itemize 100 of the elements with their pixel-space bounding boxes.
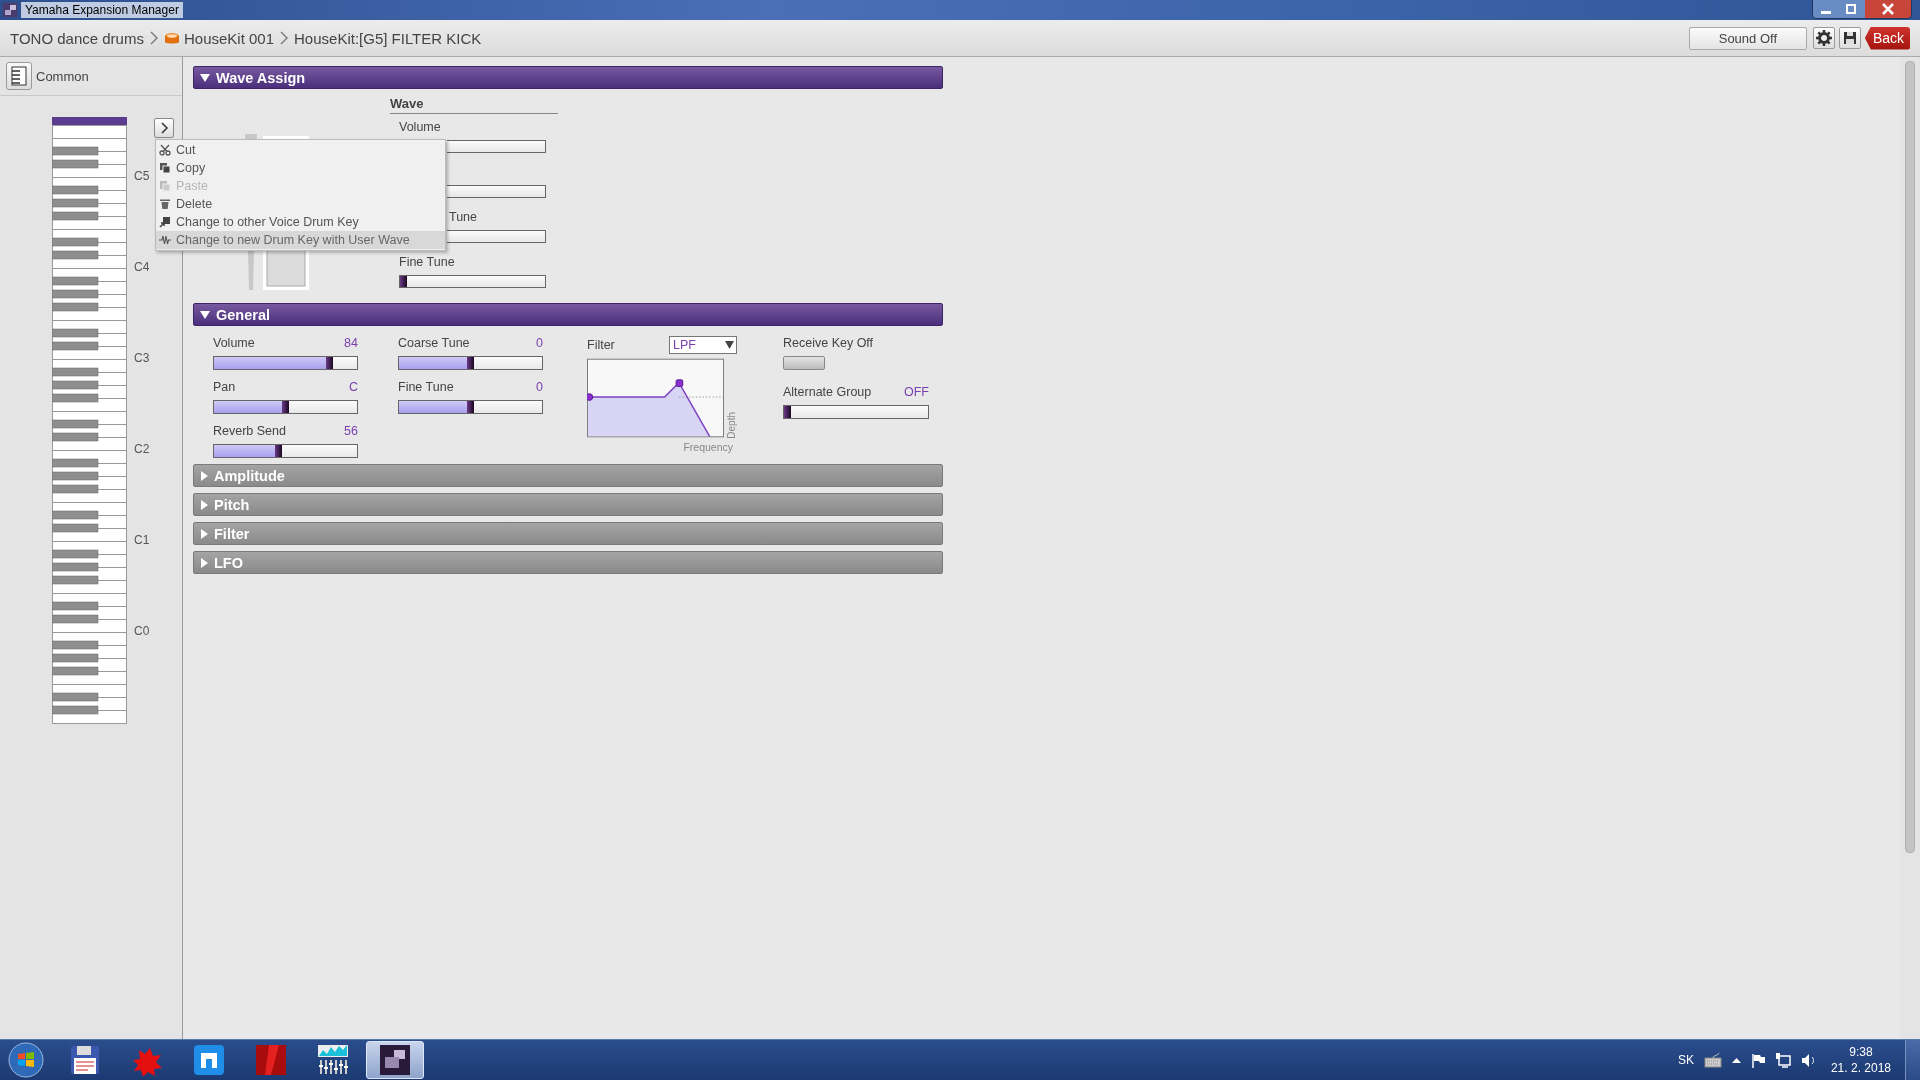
slider[interactable] — [213, 400, 358, 414]
common-label: Common — [36, 68, 89, 84]
slider[interactable] — [398, 356, 543, 370]
slider-label: Tune — [449, 210, 478, 226]
piano-icon — [11, 66, 27, 86]
expand-triangle-icon — [200, 528, 208, 539]
slider-track[interactable] — [447, 140, 546, 153]
slider[interactable] — [783, 405, 929, 419]
expand-triangle-icon — [200, 470, 208, 481]
slider-label: Coarse Tune — [398, 336, 470, 352]
start-button[interactable] — [8, 1042, 44, 1078]
slider-track[interactable] — [447, 185, 546, 198]
section-header[interactable]: General — [193, 303, 943, 326]
breadcrumb-item[interactable]: HouseKit 001 — [183, 29, 274, 47]
slider-value: 84 — [344, 336, 358, 352]
breadcrumb-item[interactable]: HouseKit:[G5] FILTER KICK — [294, 29, 482, 47]
m-tile-icon — [193, 1044, 225, 1076]
menu-item[interactable]: Copy — [156, 159, 445, 177]
receive-key-off-label: Receive Key Off — [783, 336, 875, 352]
menu-item[interactable]: Change to other Voice Drum Key — [156, 213, 445, 231]
sound-off-button[interactable]: Sound Off — [1688, 26, 1807, 50]
octave-label: C4 — [134, 259, 150, 276]
slider-fill — [399, 357, 467, 369]
slider[interactable] — [213, 444, 358, 458]
waveform-icon — [159, 234, 171, 246]
slider[interactable] — [398, 400, 543, 414]
keyboard-icon[interactable] — [1703, 1052, 1722, 1068]
collapse-triangle-icon — [200, 72, 210, 83]
slider-thumb[interactable] — [400, 276, 407, 287]
copy-icon — [159, 162, 171, 174]
network-icon[interactable] — [1774, 1052, 1791, 1068]
slider[interactable] — [213, 356, 358, 370]
back-button[interactable]: Back — [1864, 26, 1910, 50]
expand-triangle-icon — [200, 557, 208, 568]
chevron-right-icon — [280, 31, 288, 45]
toggle-switch[interactable] — [783, 356, 825, 370]
app-logo-icon — [3, 3, 17, 17]
gear-icon — [1815, 30, 1832, 46]
drum-icon — [163, 31, 180, 45]
piano-keyboard-drawing[interactable] — [52, 117, 127, 724]
slider-value: 56 — [344, 424, 358, 440]
octave-label: C5 — [134, 168, 150, 185]
section-header[interactable]: Wave Assign — [193, 66, 943, 89]
slider-label: Reverb Send — [213, 424, 286, 440]
octave-label: C3 — [134, 350, 150, 367]
save-button[interactable] — [1838, 27, 1861, 49]
slider-label: Alternate Group — [783, 385, 872, 401]
axis-label: Frequency — [683, 441, 733, 453]
restore-button[interactable] — [1839, 0, 1865, 18]
trash-icon — [159, 198, 171, 210]
settings-button[interactable] — [1812, 27, 1835, 49]
slider-label: Volume — [213, 336, 255, 352]
slider-label: Volume — [399, 120, 441, 136]
show-desktop-button[interactable] — [1905, 1040, 1920, 1080]
slider-track[interactable] — [447, 230, 546, 243]
slider-label: Pan — [213, 380, 236, 396]
speaker-icon[interactable] — [1800, 1052, 1815, 1068]
collapse-triangle-icon — [200, 309, 210, 320]
key-swap-icon — [159, 216, 171, 228]
breadcrumb-item[interactable]: TONO dance drums — [10, 29, 144, 47]
slider-thumb[interactable] — [467, 357, 474, 369]
menu-item[interactable]: Cut — [156, 141, 445, 159]
slider-value: OFF — [904, 385, 929, 401]
slash-tile-icon — [255, 1044, 287, 1076]
slider-label: Fine Tune — [399, 255, 455, 271]
menu-item[interactable]: Delete — [156, 195, 445, 213]
flag-icon[interactable] — [1750, 1052, 1765, 1068]
filter-envelope-graph[interactable] — [587, 357, 724, 439]
clock-time[interactable]: 9:38 — [1849, 1044, 1873, 1060]
slider-thumb[interactable] — [784, 406, 791, 418]
common-button[interactable] — [6, 62, 32, 90]
wave-heading: Wave — [390, 96, 558, 114]
taskbar-button[interactable] — [366, 1041, 424, 1079]
slider-value: C — [348, 380, 358, 396]
language-indicator[interactable]: SK — [1677, 1053, 1694, 1067]
close-button[interactable] — [1865, 0, 1911, 18]
chevron-right-icon — [159, 122, 169, 134]
slider-fill — [214, 401, 282, 413]
slider-thumb[interactable] — [282, 401, 289, 413]
menu-button[interactable] — [154, 118, 174, 138]
slider-thumb[interactable] — [467, 401, 474, 413]
window-title: Yamaha Expansion Manager — [21, 2, 183, 18]
window-app-icon — [379, 1044, 411, 1076]
slider-fill — [399, 401, 467, 413]
scrollbar-thumb[interactable] — [1905, 61, 1915, 853]
slider-thumb[interactable] — [275, 445, 282, 457]
dropdown-arrow-icon — [725, 341, 734, 349]
clock-date[interactable]: 21. 2. 2018 — [1830, 1060, 1891, 1076]
slider-label: Fine Tune — [398, 380, 454, 396]
menu-item[interactable]: Change to new Drum Key with User Wave — [156, 231, 445, 249]
minimize-button[interactable] — [1813, 0, 1839, 18]
slider-thumb[interactable] — [326, 357, 333, 369]
expand-triangle-icon — [200, 499, 208, 510]
slider[interactable] — [399, 275, 546, 288]
filter-type-dropdown[interactable]: LPF — [669, 336, 737, 354]
equalizer-icon — [317, 1044, 349, 1076]
up-arrow-icon[interactable] — [1731, 1056, 1741, 1064]
scissors-icon — [159, 144, 171, 156]
axis-label: Depth — [726, 412, 737, 439]
slider-value: 0 — [536, 336, 543, 352]
